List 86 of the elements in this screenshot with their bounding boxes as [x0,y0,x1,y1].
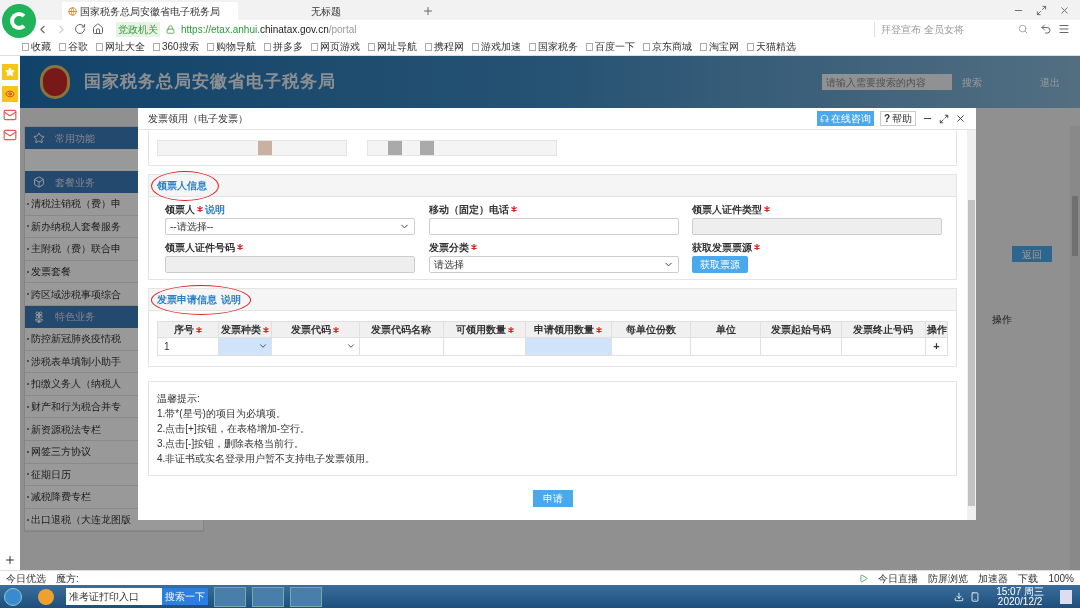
status-item[interactable]: 今日直播 [878,570,919,586]
field-label: 领票人证件类型 [692,202,763,217]
taskbar-search-field[interactable]: 准考证打印入口 [66,588,162,605]
field-label: 获取发票票源 [692,240,753,255]
column-header: 发票代码名称 [359,321,444,338]
status-item[interactable]: 今日优选 [6,570,46,586]
bookmark-link[interactable]: 京东商城 [642,39,692,54]
undo-icon[interactable] [1040,23,1052,35]
eye-icon[interactable] [2,86,18,102]
play-icon [859,573,869,583]
start-button-icon[interactable] [4,587,22,606]
bookmark-link[interactable]: 淘宝网 [699,39,739,54]
taskbar-search-button[interactable]: 搜索一下 [162,588,208,605]
input-field[interactable] [165,256,415,273]
tray-icon[interactable] [970,591,981,602]
menu-icon[interactable] [1058,23,1070,35]
bookmark-link[interactable]: 网址导航 [367,39,417,54]
status-item[interactable]: 下载 [1018,570,1039,586]
mail-icon[interactable] [3,108,17,122]
column-header: 可领用数量 [443,321,526,338]
bookmark-link[interactable]: 携程网 [424,39,464,54]
column-header: 单位 [690,321,761,338]
bookmark-link[interactable]: 游戏加速 [471,39,521,54]
search-icon [1018,24,1028,34]
portal-title: 国家税务总局安徽省电子税务局 [84,71,336,94]
column-header: 发票种类 [218,321,272,338]
column-header: 操作 [992,313,1012,327]
column-header: 发票终止号码 [841,321,926,338]
status-item[interactable]: 魔方: [56,570,79,586]
emblem-icon [40,65,70,99]
bookmark-link[interactable]: 网页游戏 [310,39,360,54]
browser-logo-icon[interactable] [2,4,36,38]
status-item[interactable]: 加速器 [978,570,1009,586]
bookmark-link[interactable]: 百度一下 [585,39,635,54]
bookmark-link[interactable]: 360搜索 [153,39,199,54]
bookmark-link[interactable]: 国家税务 [528,39,578,54]
address-url[interactable]: https://etax.anhui.chinatax.gov.cn/portal [181,21,868,37]
input-field[interactable] [428,218,679,235]
bookmark-link[interactable]: 购物导航 [206,39,256,54]
field-label: 领票人 [165,202,195,217]
field-label: 发票分类 [428,240,469,255]
column-header: 发票起始号码 [760,321,842,338]
new-tab-icon[interactable] [422,5,434,17]
bookmark-link[interactable]: 拼多多 [263,39,303,54]
column-header: 序号 [157,321,219,338]
cube-icon [33,176,45,188]
dialog-title: 发票领用（电子发票） [148,112,249,126]
field-label: 移动（固定）电话 [428,202,509,217]
bookmark-link[interactable]: 收藏 [22,39,51,54]
page-scrollbar[interactable] [1070,126,1080,570]
column-header: 发票代码 [271,321,360,338]
headset-icon [819,114,829,123]
maximize-icon[interactable] [939,113,949,124]
lock-icon [166,24,175,34]
add-icon[interactable] [4,554,16,566]
column-header: 每单位份数 [611,321,691,338]
clock-date: 2020/12/2 [997,596,1043,607]
mail-icon[interactable] [3,128,17,142]
bookmark-link[interactable]: 网址大全 [96,39,145,54]
site-icon [68,6,77,16]
star-icon [33,132,45,144]
app-icon[interactable] [38,588,54,605]
dialog-scrollbar[interactable] [967,130,976,520]
help-button[interactable]: ? 帮助 [879,111,916,126]
bookmark-link[interactable]: 天猫精选 [746,39,796,54]
site-badge: 党政机关 [116,21,160,37]
column-header: 申请领用数量 [525,321,612,338]
close-icon[interactable] [955,113,966,124]
tray-icon[interactable] [954,591,965,602]
select-field[interactable]: 请选择 [428,256,679,273]
status-item[interactable]: 防屏浏览 [928,570,969,586]
home-icon[interactable] [92,23,104,35]
reload-icon[interactable] [74,23,86,35]
flower-icon [33,310,45,323]
explanation-link[interactable]: 说明 [205,201,225,217]
clock-time: 15:07 周三 [996,586,1044,597]
input-field[interactable] [692,218,943,235]
maximize-icon[interactable] [1036,5,1047,16]
favorite-star-icon[interactable] [2,64,18,80]
status-item[interactable]: 100% [1048,570,1074,586]
select-field[interactable]: --请选择-- [165,218,415,235]
close-icon[interactable] [1059,5,1070,16]
bookmark-link[interactable]: 谷歌 [59,39,88,54]
column-header: 操作 [925,321,948,338]
browser-tab[interactable]: 国家税务总局安徽省电子税务局 [62,2,238,20]
explanation-link[interactable]: 说明 [221,292,241,307]
